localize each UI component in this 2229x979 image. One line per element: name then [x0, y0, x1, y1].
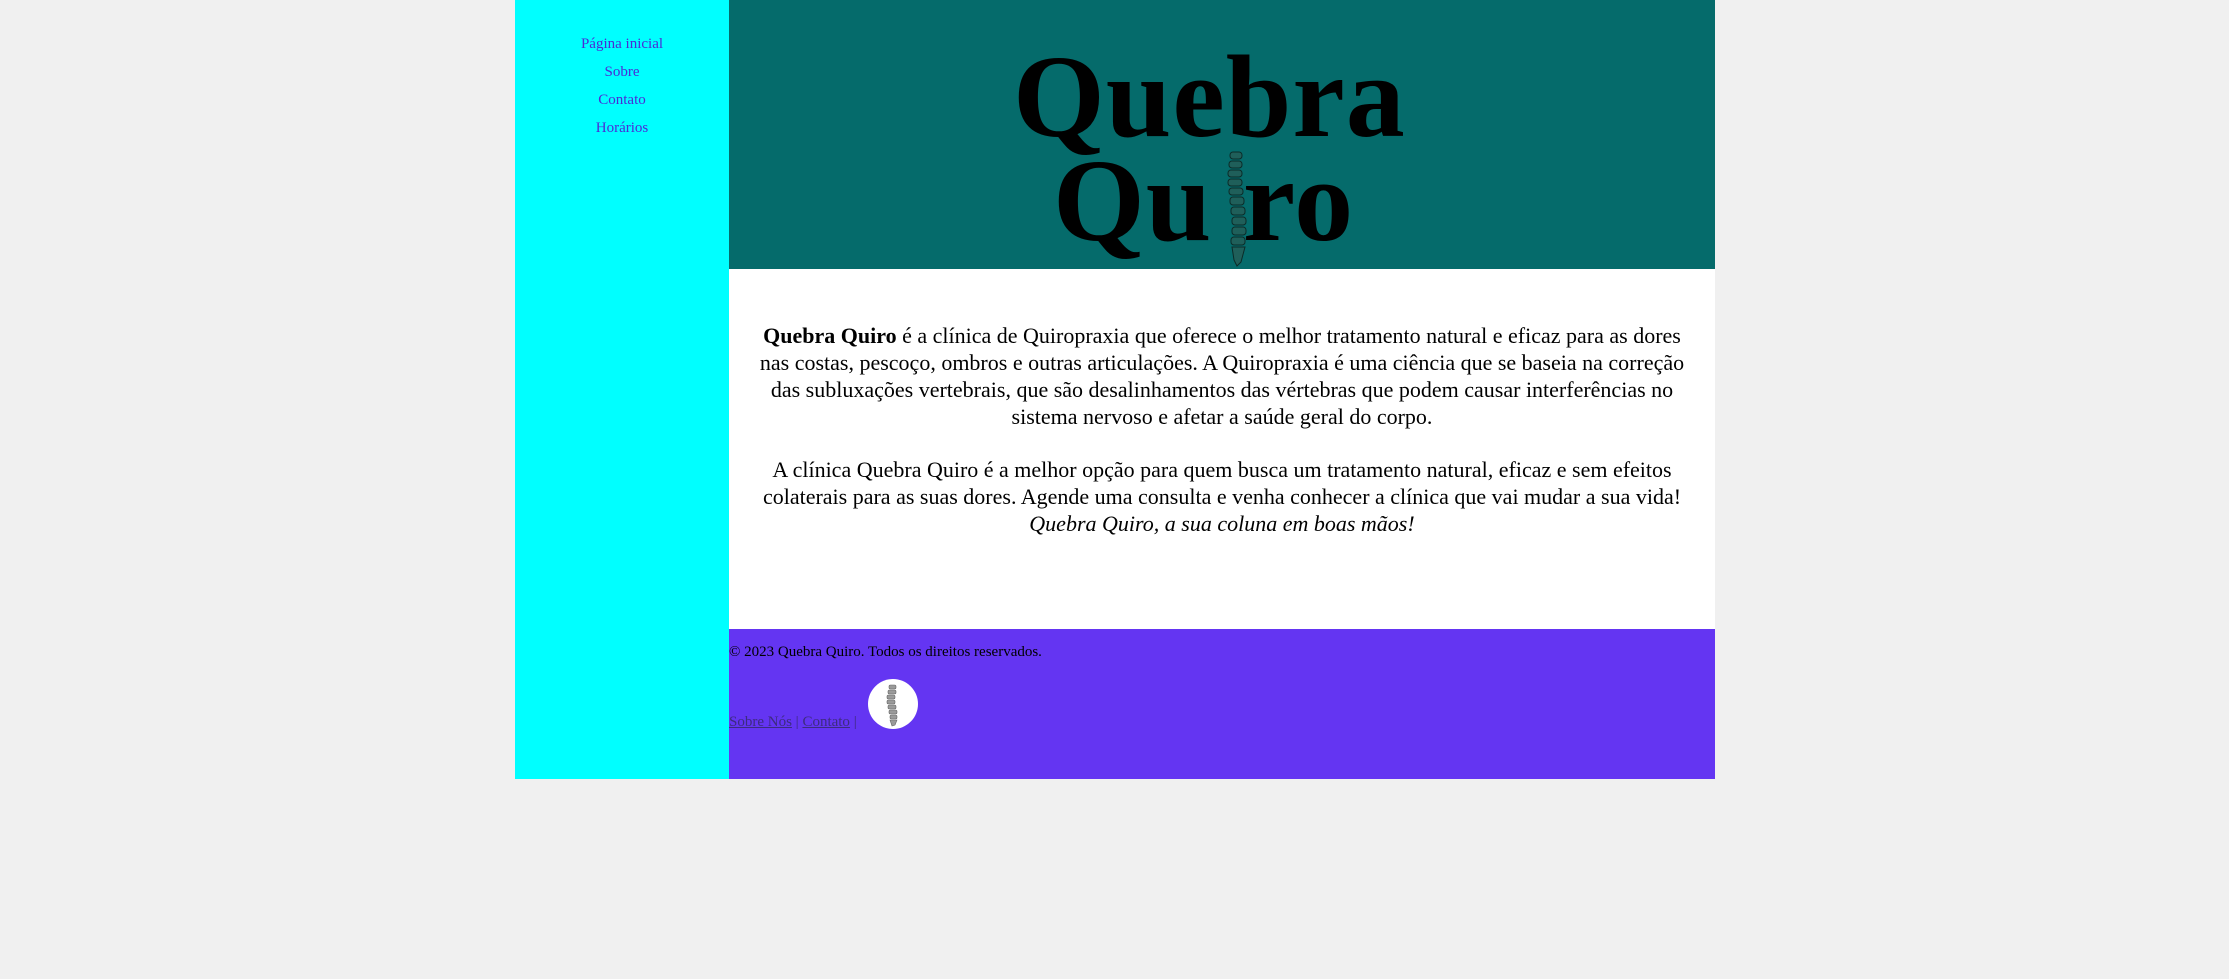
nav-link-about[interactable]: Sobre [605, 64, 640, 80]
nav-item-about: Sobre [515, 63, 729, 81]
logo-line-2: Qu ro [1053, 135, 1355, 266]
copyright-text: © 2023 Quebra Quiro. Todos os direitos r… [729, 644, 1042, 660]
footer-link-contact[interactable]: Contato [802, 714, 850, 730]
footer-separator: | [849, 714, 857, 730]
intro-brand: Quebra Quiro [763, 323, 897, 348]
main-content: Quebra Quiro é a clínica de Quiropraxia … [729, 269, 1715, 629]
spine-icon [886, 684, 898, 727]
header-banner: Quebra Qu ro [729, 0, 1715, 269]
footer-spine-icon [868, 679, 918, 729]
nav-link-contact[interactable]: Contato [598, 92, 646, 108]
intro-paragraph: Quebra Quiro é a clínica de Quiropraxia … [749, 322, 1695, 430]
nav-item-home: Página inicial [515, 35, 729, 53]
footer: © 2023 Quebra Quiro. Todos os direitos r… [729, 629, 1715, 779]
sidebar: Página inicial Sobre Contato Horários [515, 0, 729, 779]
footer-separator: | [791, 714, 803, 730]
spine-icon [1227, 151, 1247, 267]
footer-links: Sobre Nós | Contato | [729, 714, 857, 731]
cta-text: A clínica Quebra Quiro é a melhor opção … [762, 457, 1682, 509]
footer-link-about[interactable]: Sobre Nós [729, 714, 792, 730]
nav-link-home[interactable]: Página inicial [581, 36, 663, 52]
tagline: Quebra Quiro, a sua coluna em boas mãos! [1029, 511, 1415, 536]
sidebar-nav: Página inicial Sobre Contato Horários [515, 0, 729, 137]
nav-item-hours: Horários [515, 119, 729, 137]
page-container: Página inicial Sobre Contato Horários Qu… [515, 0, 1715, 779]
cta-paragraph: A clínica Quebra Quiro é a melhor opção … [749, 456, 1695, 537]
site-logo: Quebra Qu ro [1013, 38, 1473, 268]
nav-link-hours[interactable]: Horários [596, 120, 649, 136]
intro-text: é a clínica de Quiropraxia que oferece o… [759, 323, 1685, 429]
nav-item-contact: Contato [515, 91, 729, 109]
